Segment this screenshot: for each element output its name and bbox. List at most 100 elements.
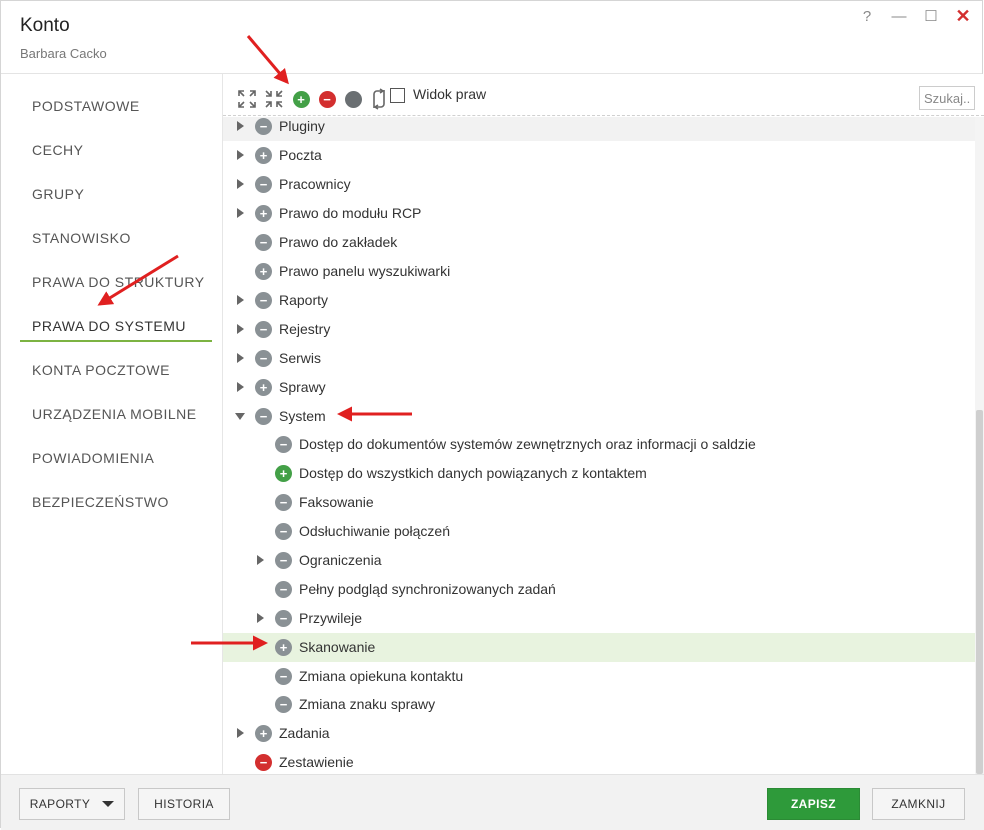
permissions-panel: + − Widok praw − Pluginy + Poczta	[223, 74, 984, 774]
tree-row[interactable]: − Pracownicy	[223, 170, 975, 199]
tree-row[interactable]: − Ograniczenia	[223, 546, 975, 575]
tree-row[interactable]: − Pełny podgląd synchronizowanych zadań	[223, 575, 975, 604]
minus-circle-icon[interactable]: −	[255, 350, 272, 367]
tree-row[interactable]: + Prawo panelu wyszukiwarki	[223, 257, 975, 286]
tree-item-label: Prawo panelu wyszukiwarki	[279, 263, 451, 279]
minus-circle-icon[interactable]: −	[275, 696, 292, 713]
swap-icon[interactable]	[369, 88, 389, 110]
tree-item-label: Skanowanie	[299, 639, 376, 655]
minus-circle-icon[interactable]: −	[275, 668, 292, 685]
minus-circle-icon[interactable]: −	[275, 581, 292, 598]
tree-row[interactable]: − Zmiana znaku sprawy	[223, 690, 975, 719]
sidebar-item-cechy[interactable]: CECHY	[20, 134, 212, 166]
sidebar-item-konta-pocztowe[interactable]: KONTA POCZTOWE	[20, 354, 212, 386]
expand-arrow-icon[interactable]	[237, 208, 244, 218]
tree-item-label: Dostęp do wszystkich danych powiązanych …	[299, 465, 647, 481]
sidebar-item-stanowisko[interactable]: STANOWISKO	[20, 222, 212, 254]
minus-circle-icon[interactable]: −	[255, 754, 272, 771]
plus-circle-icon[interactable]: +	[255, 205, 272, 222]
plus-circle-icon[interactable]: +	[275, 639, 292, 656]
expand-arrow-icon[interactable]	[237, 295, 244, 305]
minus-circle-icon[interactable]: −	[275, 552, 292, 569]
collapse-arrow-icon[interactable]	[235, 413, 245, 420]
tree-row-selected[interactable]: + Skanowanie	[223, 633, 975, 662]
tree-row[interactable]: − Pluginy	[223, 117, 975, 141]
expand-all-icon[interactable]	[237, 89, 257, 109]
close-button[interactable]: ZAMKNIJ	[872, 788, 965, 820]
sidebar-item-prawa-do-struktury[interactable]: PRAWA DO STRUKTURY	[20, 266, 212, 298]
expand-arrow-icon[interactable]	[237, 324, 244, 334]
plus-circle-icon[interactable]: +	[255, 147, 272, 164]
expand-arrow-icon[interactable]	[237, 353, 244, 363]
sidebar-item-grupy[interactable]: GRUPY	[20, 178, 212, 210]
tree-item-label: Raporty	[279, 292, 329, 308]
tree-row[interactable]: − Serwis	[223, 344, 975, 373]
sidebar-item-bezpieczenstwo[interactable]: BEZPIECZEŃSTWO	[20, 486, 212, 518]
expand-arrow-icon[interactable]	[237, 382, 244, 392]
tree-row[interactable]: − Przywileje	[223, 604, 975, 633]
sidebar-item-urzadzenia-mobilne[interactable]: URZĄDZENIA MOBILNE	[20, 398, 212, 430]
minus-circle-icon[interactable]: −	[275, 494, 292, 511]
minus-circle-icon[interactable]: −	[275, 610, 292, 627]
collapse-all-icon[interactable]	[264, 89, 284, 109]
gray-circle-icon[interactable]	[343, 89, 363, 109]
search-input[interactable]	[919, 86, 975, 110]
tree-row[interactable]: − Odsłuchiwanie połączeń	[223, 517, 975, 546]
expand-arrow-icon[interactable]	[237, 728, 244, 738]
tree-row[interactable]: − Faksowanie	[223, 488, 975, 517]
tree-row[interactable]: + Dostęp do wszystkich danych powiązanyc…	[223, 459, 975, 488]
chevron-down-icon	[102, 801, 115, 807]
expand-arrow-icon[interactable]	[257, 555, 264, 565]
historia-button[interactable]: HISTORIA	[138, 788, 230, 820]
tree-row[interactable]: − Rejestry	[223, 315, 975, 344]
widok-praw-checkbox[interactable]	[390, 88, 405, 103]
tree-scrollbar[interactable]	[975, 117, 984, 774]
tree-row[interactable]: + Sprawy	[223, 373, 975, 402]
minus-circle-icon[interactable]: −	[255, 321, 272, 338]
tree-row[interactable]: + Zadania	[223, 719, 975, 748]
tree-row[interactable]: − System	[223, 402, 975, 431]
scrollbar-thumb[interactable]	[976, 410, 983, 774]
tree-row[interactable]: − Zestawienie	[223, 748, 975, 774]
minus-circle-icon[interactable]: −	[255, 176, 272, 193]
expand-arrow-icon[interactable]	[237, 121, 244, 131]
account-dialog: Konto Barbara Cacko ? — ☐ ✕ PODSTAWOWE C…	[0, 0, 984, 830]
plus-circle-icon[interactable]: +	[275, 465, 292, 482]
minus-circle-icon[interactable]: −	[255, 408, 272, 425]
minus-circle-icon[interactable]: −	[255, 292, 272, 309]
minus-circle-icon[interactable]: −	[255, 118, 272, 135]
widok-praw-label: Widok praw	[413, 86, 487, 102]
dialog-subtitle: Barbara Cacko	[20, 46, 107, 61]
minimize-icon[interactable]: —	[890, 7, 908, 25]
minus-circle-icon[interactable]: −	[275, 523, 292, 540]
permissions-toolbar: + − Widok praw	[223, 74, 984, 116]
save-button[interactable]: ZAPISZ	[767, 788, 860, 820]
tree-row[interactable]: − Zmiana opiekuna kontaktu	[223, 662, 975, 691]
dialog-header: Konto Barbara Cacko ? — ☐ ✕	[1, 1, 982, 74]
maximize-icon[interactable]: ☐	[922, 7, 940, 25]
tree-row[interactable]: + Poczta	[223, 141, 975, 170]
tree-item-label: Prawo do zakładek	[279, 234, 398, 250]
minus-circle-icon[interactable]: −	[275, 436, 292, 453]
expand-arrow-icon[interactable]	[237, 150, 244, 160]
expand-arrow-icon[interactable]	[257, 613, 264, 623]
expand-arrow-icon[interactable]	[237, 179, 244, 189]
plus-circle-icon[interactable]: +	[255, 725, 272, 742]
help-icon[interactable]: ?	[858, 7, 876, 25]
close-icon[interactable]: ✕	[954, 6, 972, 26]
plus-circle-icon[interactable]: +	[291, 89, 311, 109]
tree-row[interactable]: − Dostęp do dokumentów systemów zewnętrz…	[223, 430, 975, 459]
sidebar-item-prawa-do-systemu[interactable]: PRAWA DO SYSTEMU	[20, 310, 212, 342]
sidebar-item-podstawowe[interactable]: PODSTAWOWE	[20, 90, 212, 122]
tree-row[interactable]: − Raporty	[223, 286, 975, 315]
tree-row[interactable]: + Prawo do modułu RCP	[223, 199, 975, 228]
minus-circle-icon[interactable]: −	[317, 89, 337, 109]
plus-circle-icon[interactable]: +	[255, 379, 272, 396]
plus-circle-icon[interactable]: +	[255, 263, 272, 280]
tree-row[interactable]: − Prawo do zakładek	[223, 228, 975, 257]
raporty-dropdown-button[interactable]: RAPORTY	[19, 788, 125, 820]
sidebar-item-powiadomienia[interactable]: POWIADOMIENIA	[20, 442, 212, 474]
minus-circle-icon[interactable]: −	[255, 234, 272, 251]
tree-item-label: Serwis	[279, 350, 322, 366]
tree-item-label: Przywileje	[299, 610, 363, 626]
